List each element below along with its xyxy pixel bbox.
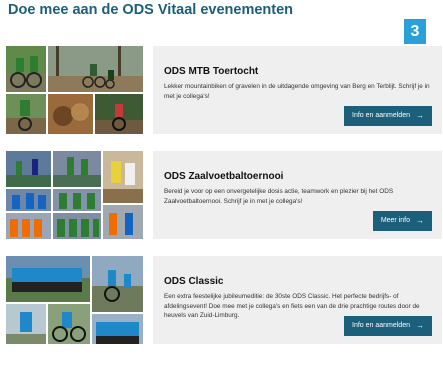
arrow-right-icon: →	[416, 111, 424, 120]
photo-team-orange-2	[103, 205, 143, 239]
photo-mtb-forest	[95, 94, 143, 134]
photo-team-blue	[6, 189, 51, 211]
more-info-button[interactable]: Meer info →	[372, 211, 432, 231]
photo-mtb-group	[6, 94, 46, 134]
event-description: Bereid je voor op een onvergetelijke dos…	[164, 188, 394, 205]
photo-collage	[6, 46, 143, 134]
event-title: ODS Zaalvoetbaltoernooi	[164, 171, 284, 182]
step-badge: 3	[404, 19, 426, 44]
arrow-right-icon: →	[416, 216, 424, 225]
photo-collage	[6, 256, 143, 344]
photo-team-orange	[6, 213, 51, 239]
event-title: ODS Classic	[164, 276, 224, 287]
photo-mud-bikes	[48, 94, 93, 134]
event-classic: ODS Classic Een extra feestelijke jubile…	[6, 256, 442, 344]
photo-mtb-riders	[6, 46, 46, 92]
button-label: Meer info	[380, 217, 410, 224]
photo-referee	[103, 151, 143, 203]
event-mtb: ODS MTB Toertocht Lekker mountainbiken o…	[6, 46, 442, 134]
info-register-button[interactable]: Info en aanmelden →	[344, 106, 432, 126]
event-description: Lekker mountainbiken of gravelen in de u…	[164, 83, 430, 100]
arrow-right-icon: →	[416, 321, 424, 330]
photo-team-green	[53, 189, 101, 211]
photo-collage	[6, 151, 143, 239]
photo-cyclist-ride	[48, 304, 90, 344]
info-register-button[interactable]: Info en aanmelden →	[344, 316, 432, 336]
photo-futsal-players	[53, 151, 101, 187]
event-card: ODS Classic Een extra feestelijke jubile…	[153, 256, 442, 344]
photo-team-photo	[53, 213, 101, 239]
event-futsal: ODS Zaalvoetbaltoernooi Bereid je voor o…	[6, 151, 442, 239]
page-title: Doe mee aan de ODS Vitaal evenementen	[8, 2, 294, 18]
button-label: Info en aanmelden	[352, 112, 410, 119]
photo-cyclist-portrait	[6, 304, 46, 344]
photo-road-cyclists	[92, 256, 143, 312]
event-title: ODS MTB Toertocht	[164, 66, 259, 77]
event-card: ODS MTB Toertocht Lekker mountainbiken o…	[153, 46, 442, 134]
photo-futsal-match	[6, 151, 51, 187]
photo-forest-trail	[48, 46, 143, 92]
button-label: Info en aanmelden	[352, 322, 410, 329]
photo-cyclists-group	[6, 256, 90, 302]
photo-team-lineup	[92, 314, 143, 344]
event-card: ODS Zaalvoetbaltoernooi Bereid je voor o…	[153, 151, 442, 239]
